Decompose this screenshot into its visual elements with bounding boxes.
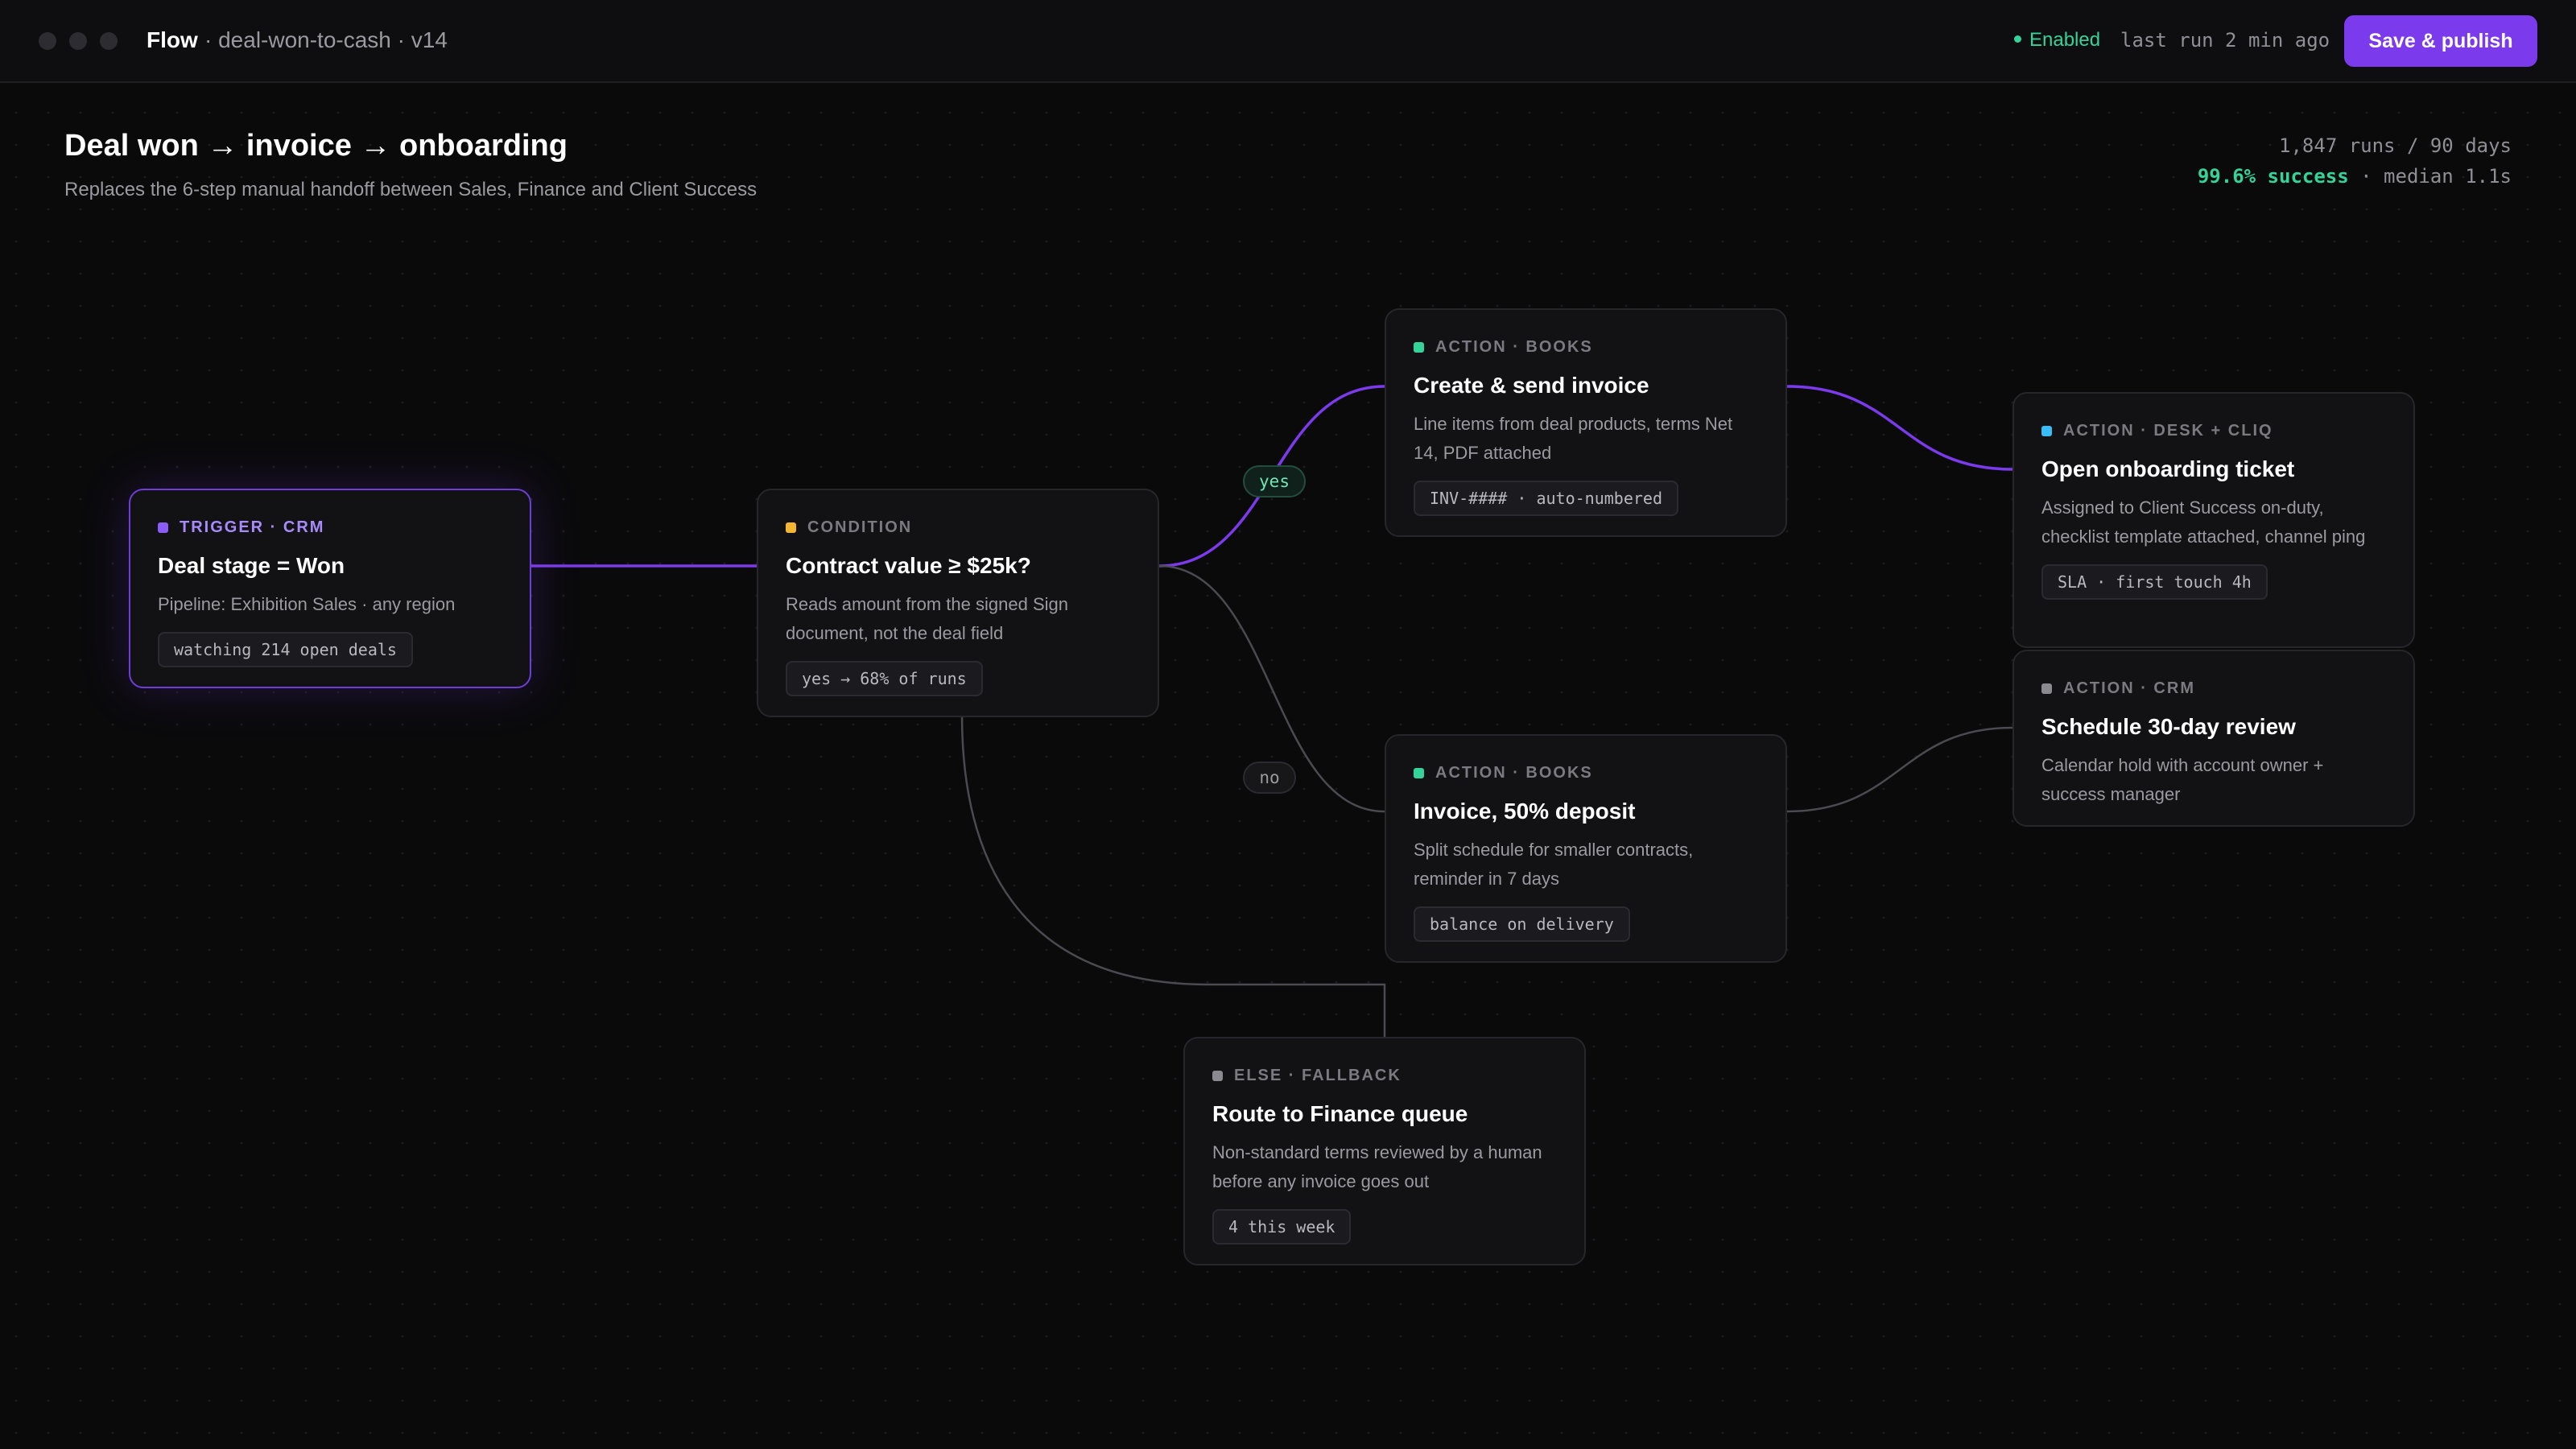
node-stat-pill: yes → 68% of runs: [786, 661, 983, 696]
node-description: Non-standard terms reviewed by a human b…: [1212, 1142, 1542, 1191]
node-kicker: ACTION · DESK + CLIQ: [2041, 421, 2386, 440]
node-description: Calendar hold with account owner + succe…: [2041, 755, 2324, 804]
node-title: Create & send invoice: [1414, 373, 1649, 398]
node-action-deposit-invoice[interactable]: ACTION · BOOKS Invoice, 50% deposit Spli…: [1385, 734, 1787, 963]
node-description: Split schedule for smaller contracts, re…: [1414, 840, 1694, 889]
node-action-schedule-review[interactable]: ACTION · CRM Schedule 30-day review Cale…: [2013, 650, 2415, 827]
books-dot-icon: [1414, 341, 1424, 353]
books-dot-icon: [1414, 767, 1424, 778]
fallback-dot-icon: [1212, 1070, 1223, 1081]
node-stat-pill: SLA · first touch 4h: [2041, 564, 2268, 600]
condition-dot-icon: [786, 522, 796, 533]
node-kicker-label: ACTION · BOOKS: [1435, 763, 1593, 782]
edge-label-yes[interactable]: yes: [1243, 465, 1306, 497]
node-title: Open onboarding ticket: [2041, 456, 2295, 481]
node-stat-pill: watching 214 open deals: [158, 632, 413, 667]
node-kicker: TRIGGER · CRM: [158, 518, 502, 537]
edge-deposit-to-review: [1786, 726, 2013, 813]
node-kicker: ELSE · FALLBACK: [1212, 1066, 1557, 1085]
node-else-fallback-finance[interactable]: ELSE · FALLBACK Route to Finance queue N…: [1183, 1037, 1586, 1265]
edge-label-no[interactable]: no: [1243, 762, 1296, 794]
edge-condition-to-fallback: [960, 714, 1386, 1038]
node-stat-pill: 4 this week: [1212, 1209, 1352, 1245]
node-description: Line items from deal products, terms Net…: [1414, 414, 1733, 463]
node-condition-contract-value[interactable]: CONDITION Contract value ≥ $25k? Reads a…: [757, 489, 1159, 717]
node-description: Pipeline: Exhibition Sales · any region: [158, 594, 456, 614]
node-action-onboarding-ticket[interactable]: ACTION · DESK + CLIQ Open onboarding tic…: [2013, 392, 2415, 648]
node-title: Schedule 30-day review: [2041, 714, 2296, 739]
desk-dot-icon: [2041, 425, 2052, 436]
node-kicker: ACTION · BOOKS: [1414, 337, 1758, 357]
edge-invoice-to-onboarding: [1786, 385, 2013, 471]
node-stat-pill: INV-#### · auto-numbered: [1414, 481, 1678, 516]
node-title: Invoice, 50% deposit: [1414, 799, 1636, 824]
node-action-create-invoice[interactable]: ACTION · BOOKS Create & send invoice Lin…: [1385, 308, 1787, 537]
node-description: Reads amount from the signed Sign docume…: [786, 594, 1068, 643]
node-kicker: CONDITION: [786, 518, 1130, 537]
node-title: Route to Finance queue: [1212, 1101, 1468, 1126]
node-kicker-label: ELSE · FALLBACK: [1234, 1066, 1402, 1084]
node-kicker-label: ACTION · BOOKS: [1435, 337, 1593, 356]
node-description: Assigned to Client Success on-duty, chec…: [2041, 497, 2366, 547]
node-kicker-label: TRIGGER · CRM: [180, 518, 325, 536]
node-trigger-deal-won[interactable]: TRIGGER · CRM Deal stage = Won Pipeline:…: [129, 489, 531, 688]
trigger-dot-icon: [158, 522, 168, 533]
node-kicker-label: CONDITION: [807, 518, 913, 536]
node-stat-pill: balance on delivery: [1414, 906, 1630, 942]
node-kicker: ACTION · CRM: [2041, 679, 2386, 698]
node-kicker-label: ACTION · CRM: [2063, 679, 2195, 697]
node-kicker: ACTION · BOOKS: [1414, 763, 1758, 782]
node-kicker-label: ACTION · DESK + CLIQ: [2063, 421, 2273, 440]
node-title: Deal stage = Won: [158, 553, 345, 578]
node-title: Contract value ≥ $25k?: [786, 553, 1031, 578]
crm-dot-icon: [2041, 683, 2052, 694]
